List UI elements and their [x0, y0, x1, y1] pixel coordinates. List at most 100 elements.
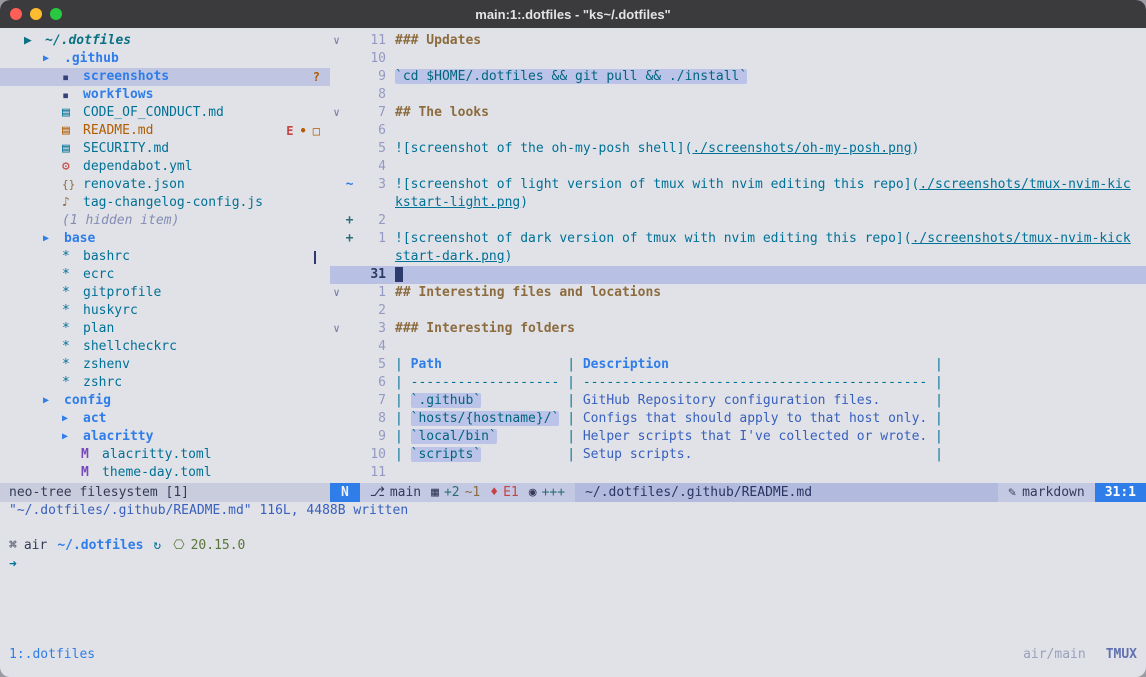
editor-line[interactable]: 8: [330, 86, 1146, 104]
open-folder-icon: ▶: [43, 230, 58, 248]
editor-line[interactable]: 8| `hosts/{hostname}/` | Configs that sh…: [330, 410, 1146, 428]
tree-item-label: plan: [83, 320, 114, 338]
shell-pane[interactable]: ⌘ air ~/.dotfiles ↻ ⎔ 20.15.0 ➜ 1:.dotfi…: [0, 520, 1146, 677]
tree-item-.dotfiles[interactable]: ▶~/.dotfiles: [0, 32, 330, 50]
git-sign: [343, 86, 356, 104]
editor-line[interactable]: ~3![screenshot of light version of tmux …: [330, 176, 1146, 194]
filetype-segment: ✎ markdown: [998, 483, 1094, 502]
tree-item-huskyrc[interactable]: *huskyrc: [0, 302, 330, 320]
fold-marker: [330, 374, 343, 392]
close-button[interactable]: [10, 8, 22, 20]
prompt-host: air: [24, 538, 47, 553]
tree-item-label: (1 hidden item): [62, 212, 179, 230]
editor-line[interactable]: 9`cd $HOME/.dotfiles && git pull && ./in…: [330, 68, 1146, 86]
editor-line[interactable]: 5| Path | Description |: [330, 356, 1146, 374]
line-text: [386, 266, 403, 284]
tree-item-1-hidden-item[interactable]: (1 hidden item): [0, 212, 330, 230]
line-number: 1: [356, 230, 386, 248]
tree-item-dependabot.yml[interactable]: ⚙dependabot.yml: [0, 158, 330, 176]
editor-line[interactable]: 6: [330, 122, 1146, 140]
line-number: 3: [356, 320, 386, 338]
git-sign: [343, 32, 356, 50]
shell-file-icon: *: [62, 320, 77, 338]
editor-line[interactable]: ∨3### Interesting folders: [330, 320, 1146, 338]
minimize-button[interactable]: [30, 8, 42, 20]
tree-item-screenshots[interactable]: ▪screenshots?: [0, 68, 330, 86]
shell-file-icon: *: [62, 248, 77, 266]
tree-item-workflows[interactable]: ▪workflows: [0, 86, 330, 104]
editor-line[interactable]: 10: [330, 50, 1146, 68]
editor-line[interactable]: 2: [330, 302, 1146, 320]
text-run: ![screenshot of the oh-my-posh shell](: [395, 141, 692, 156]
editor-line[interactable]: +2: [330, 212, 1146, 230]
window-title: main:1:.dotfiles - "ks~/.dotfiles": [0, 7, 1146, 22]
tree-item-tag-changelog-config.js[interactable]: ♪tag-changelog-config.js: [0, 194, 330, 212]
text-run: Path: [411, 357, 442, 372]
tree-item-renovate.json[interactable]: {}renovate.json: [0, 176, 330, 194]
editor-line[interactable]: start-dark.png): [330, 248, 1146, 266]
line-text: [386, 122, 395, 140]
editor-cursor-line[interactable]: 31: [330, 266, 1146, 284]
tree-item-ecrc[interactable]: *ecrc: [0, 266, 330, 284]
line-text: | `hosts/{hostname}/` | Configs that sho…: [386, 410, 943, 428]
git-sign: [343, 140, 356, 158]
tree-item-security.md[interactable]: ▤SECURITY.md: [0, 140, 330, 158]
nvim-split: ▶~/.dotfiles▶.github▪screenshots?▪workfl…: [0, 28, 1146, 483]
editor-line[interactable]: ∨11### Updates: [330, 32, 1146, 50]
editor-line[interactable]: 9| `local/bin` | Helper scripts that I'v…: [330, 428, 1146, 446]
fold-marker: ∨: [330, 320, 343, 338]
line-number: 7: [356, 392, 386, 410]
tree-item-alacritty[interactable]: ▶alacritty: [0, 428, 330, 446]
tree-item-readme.md[interactable]: ▤README.mdE•□: [0, 122, 330, 140]
item-badges: E•□: [286, 122, 330, 140]
tree-item-config[interactable]: ▶config: [0, 392, 330, 410]
git-sign: [343, 374, 356, 392]
neotree-panel[interactable]: ▶~/.dotfiles▶.github▪screenshots?▪workfl…: [0, 28, 330, 483]
tree-item-label: base: [64, 230, 95, 248]
editor-line[interactable]: ∨7## The looks: [330, 104, 1146, 122]
tree-item-alacritty.toml[interactable]: Malacritty.toml: [0, 446, 330, 464]
tree-item-zshenv[interactable]: *zshenv: [0, 356, 330, 374]
shell-prompt: ⌘ air ~/.dotfiles ↻ ⎔ 20.15.0: [0, 536, 1146, 554]
line-text: | `local/bin` | Helper scripts that I've…: [386, 428, 943, 446]
fold-marker: [330, 194, 343, 212]
tree-item-act[interactable]: ▶act: [0, 410, 330, 428]
git-sign: +: [343, 212, 356, 230]
tree-item-bashrc[interactable]: *bashrc: [0, 248, 330, 266]
markdown-file-icon: ▤: [62, 122, 77, 140]
tree-item-base[interactable]: ▶ base: [0, 230, 330, 248]
neotree-statusline: neo-tree filesystem [1]: [0, 483, 330, 502]
editor-line[interactable]: 4: [330, 338, 1146, 356]
zoom-button[interactable]: [50, 8, 62, 20]
text-run: `hosts/{hostname}/`: [411, 411, 560, 426]
shell-file-icon: *: [62, 302, 77, 320]
tmux-session-name: air/main: [1023, 646, 1086, 664]
editor-buffer[interactable]: ∨11### Updates109`cd $HOME/.dotfiles && …: [330, 28, 1146, 483]
text-run: |: [395, 357, 411, 372]
editor-line[interactable]: 10| `scripts` | Setup scripts. |: [330, 446, 1146, 464]
tree-item-.github[interactable]: ▶.github: [0, 50, 330, 68]
prompt-arrow-icon: ➜: [0, 556, 1146, 574]
text-run: `scripts`: [411, 447, 481, 462]
editor-line[interactable]: +1![screenshot of dark version of tmux w…: [330, 230, 1146, 248]
diagnostics-error-icon: ♦: [490, 483, 498, 502]
mode-indicator: N: [330, 483, 360, 502]
tree-item-theme-day.toml[interactable]: Mtheme-day.toml: [0, 464, 330, 482]
tree-item-label: alacritty.toml: [102, 446, 212, 464]
tmux-window-tab[interactable]: 1:.dotfiles: [9, 646, 95, 664]
editor-line[interactable]: 5![screenshot of the oh-my-posh shell](.…: [330, 140, 1146, 158]
tree-item-shellcheckrc[interactable]: *shellcheckrc: [0, 338, 330, 356]
editor-line[interactable]: 6| ------------------- | ---------------…: [330, 374, 1146, 392]
tree-item-plan[interactable]: * plan: [0, 320, 330, 338]
tree-item-code-of-conduct.md[interactable]: ▤CODE_OF_CONDUCT.md: [0, 104, 330, 122]
tree-item-label: theme-day.toml: [102, 464, 212, 482]
line-number: 8: [356, 410, 386, 428]
editor-line[interactable]: 11: [330, 464, 1146, 482]
tree-item-gitprofile[interactable]: *gitprofile: [0, 284, 330, 302]
dependabot-file-icon: ⚙: [62, 158, 77, 176]
editor-line[interactable]: 7| `.github` | GitHub Repository configu…: [330, 392, 1146, 410]
editor-line[interactable]: kstart-light.png): [330, 194, 1146, 212]
editor-line[interactable]: 4: [330, 158, 1146, 176]
tree-item-zshrc[interactable]: *zshrc: [0, 374, 330, 392]
editor-line[interactable]: ∨1## Interesting files and locations: [330, 284, 1146, 302]
